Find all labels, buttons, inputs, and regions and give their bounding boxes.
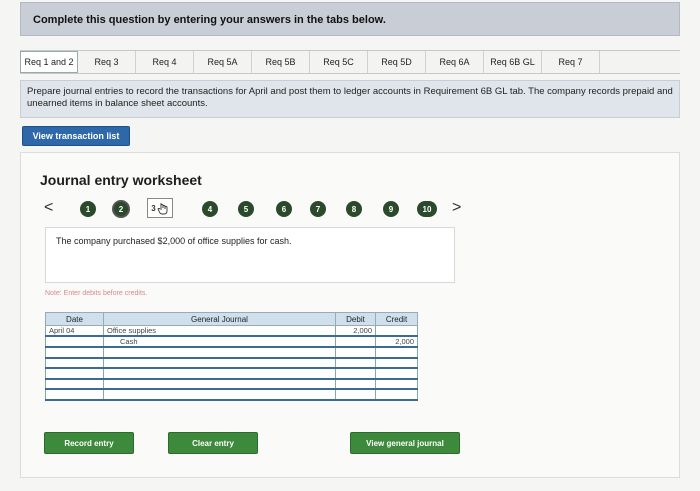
account-cell[interactable] [103, 367, 336, 380]
credit-cell[interactable]: 2,000 [375, 335, 418, 348]
credit-cell[interactable] [375, 357, 418, 369]
step-8[interactable]: 8 [346, 201, 362, 217]
view-transaction-list-button[interactable]: View transaction list [22, 126, 130, 146]
tab-req-5d[interactable]: Req 5D [368, 51, 426, 73]
banner-text: Complete this question by entering your … [33, 14, 386, 26]
clear-entry-button[interactable]: Clear entry [168, 432, 258, 454]
step-4[interactable]: 4 [202, 201, 218, 217]
tab-req-6b-gl[interactable]: Req 6B GL [484, 51, 542, 73]
journal-table: Date General Journal Debit Credit April … [45, 312, 418, 401]
instructions-banner: Complete this question by entering your … [20, 2, 680, 36]
credit-cell[interactable] [375, 367, 418, 380]
step-9[interactable]: 9 [383, 201, 399, 217]
view-general-journal-button[interactable]: View general journal [350, 432, 460, 454]
credit-cell[interactable] [375, 388, 418, 401]
debit-cell[interactable] [335, 378, 376, 390]
step-7[interactable]: 7 [310, 201, 326, 217]
entry-note: Note: Enter debits before credits. [45, 290, 148, 297]
step-5[interactable]: 5 [238, 201, 254, 217]
date-cell[interactable] [45, 388, 104, 401]
account-cell[interactable] [103, 388, 336, 401]
credit-cell[interactable] [375, 325, 418, 337]
step-3-label: 3 [151, 203, 156, 213]
tab-req-5a[interactable]: Req 5A [194, 51, 252, 73]
debit-cell[interactable] [335, 346, 376, 359]
table-row [45, 346, 418, 359]
hand-pointer-icon [157, 202, 168, 214]
step-3-current[interactable]: 3 [147, 198, 173, 218]
debit-cell[interactable] [335, 367, 376, 380]
date-cell[interactable] [45, 378, 104, 390]
debit-cell[interactable] [335, 335, 376, 348]
date-cell[interactable] [45, 367, 104, 380]
account-cell[interactable] [103, 346, 336, 359]
requirement-instructions: Prepare journal entries to record the tr… [20, 80, 680, 118]
account-cell[interactable] [103, 378, 336, 390]
date-cell[interactable] [45, 346, 104, 359]
requirement-tabs: Req 1 and 2 Req 3 Req 4 Req 5A Req 5B Re… [20, 50, 680, 74]
account-cell[interactable]: Cash [103, 335, 336, 348]
debit-header: Debit [335, 312, 376, 326]
tab-req-5b[interactable]: Req 5B [252, 51, 310, 73]
tab-req-3[interactable]: Req 3 [78, 51, 136, 73]
table-row [45, 378, 418, 390]
credit-header: Credit [375, 312, 418, 326]
tab-req-1-and-2[interactable]: Req 1 and 2 [20, 51, 78, 73]
credit-cell[interactable] [375, 378, 418, 390]
previous-arrow-icon[interactable]: < [44, 199, 53, 217]
transaction-text: The company purchased $2,000 of office s… [56, 236, 292, 246]
tab-req-5c[interactable]: Req 5C [310, 51, 368, 73]
table-row: Cash 2,000 [45, 335, 418, 348]
account-cell[interactable]: Office supplies [103, 325, 336, 337]
worksheet-title: Journal entry worksheet [40, 172, 202, 188]
step-6[interactable]: 6 [276, 201, 292, 217]
account-cell[interactable] [103, 357, 336, 369]
debit-cell[interactable]: 2,000 [335, 325, 376, 337]
table-row: April 04 Office supplies 2,000 [45, 325, 418, 337]
record-entry-button[interactable]: Record entry [44, 432, 134, 454]
date-cell[interactable]: April 04 [45, 325, 104, 337]
debit-cell[interactable] [335, 388, 376, 401]
credit-cell[interactable] [375, 346, 418, 359]
table-row [45, 367, 418, 380]
general-journal-header: General Journal [103, 312, 336, 326]
date-cell[interactable] [45, 357, 104, 369]
transaction-description: The company purchased $2,000 of office s… [45, 227, 455, 283]
tab-req-4[interactable]: Req 4 [136, 51, 194, 73]
next-arrow-icon[interactable]: > [452, 199, 461, 217]
table-row [45, 357, 418, 369]
step-2[interactable]: 2 [112, 200, 130, 218]
date-header: Date [45, 312, 104, 326]
step-1[interactable]: 1 [80, 201, 96, 217]
date-cell[interactable] [45, 335, 104, 348]
tab-req-7[interactable]: Req 7 [542, 51, 600, 73]
debit-cell[interactable] [335, 357, 376, 369]
table-row [45, 388, 418, 401]
tab-req-6a[interactable]: Req 6A [426, 51, 484, 73]
step-10[interactable]: 10 [417, 201, 437, 217]
